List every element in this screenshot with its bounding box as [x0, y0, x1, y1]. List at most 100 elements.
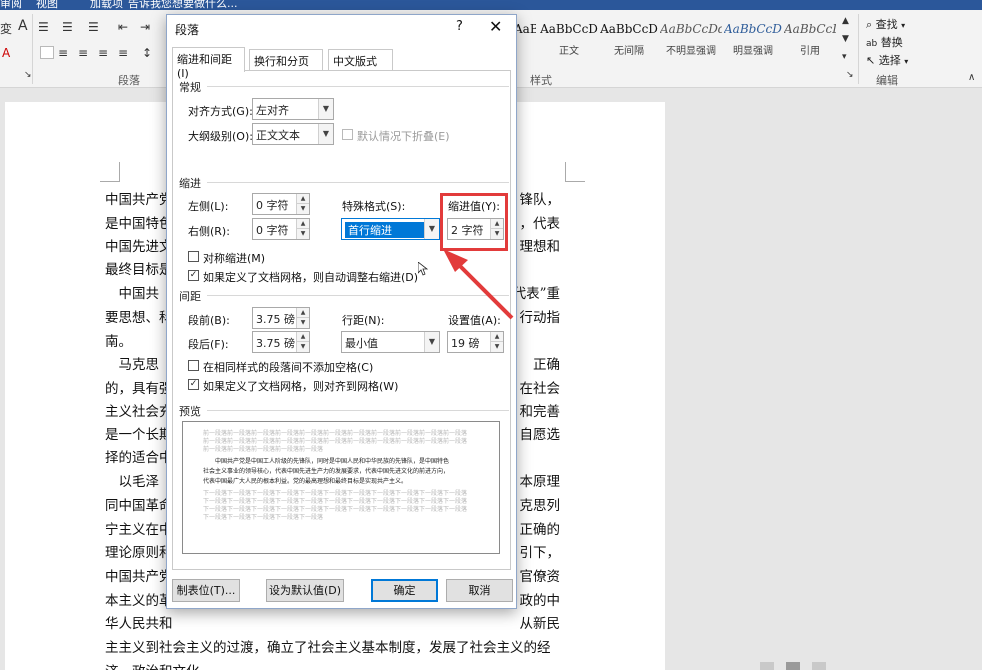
menu-review[interactable]: 审阅	[0, 0, 22, 10]
doc-line-right[interactable]: 在社会	[520, 377, 561, 397]
doc-line-left[interactable]: 主主义到社会主义的过渡，确立了社会主义基本制度，发展了社会主义的经	[105, 636, 551, 656]
doc-line-right[interactable]: 行动指	[520, 306, 561, 326]
spin-up-icon[interactable]: ▲	[490, 332, 503, 342]
collapse-by-default-checkbox[interactable]	[342, 129, 353, 140]
alignment-select[interactable]: 左对齐 ▼	[252, 98, 334, 120]
spin-up-icon[interactable]: ▲	[296, 194, 309, 204]
style-item-normal[interactable]: AaBbCcD 正文	[540, 22, 598, 57]
spin-up-icon[interactable]: ▲	[296, 332, 309, 342]
outline-level-select[interactable]: 正文文本 ▼	[252, 123, 334, 145]
doc-line-right[interactable]: 代表”重	[513, 282, 560, 302]
spin-up-icon[interactable]: ▲	[296, 219, 309, 229]
view-read-mode-icon[interactable]	[760, 662, 774, 670]
align-center-icon[interactable]: ≡	[58, 46, 68, 60]
font-color-icon[interactable]: A	[2, 46, 10, 60]
doc-line-right[interactable]: 从新民	[520, 612, 561, 632]
no-space-same-style-checkbox[interactable]	[188, 360, 199, 371]
doc-line-left[interactable]: 华人民共和	[105, 612, 173, 632]
doc-line-left[interactable]: 主义社会充	[105, 400, 173, 420]
style-item-subtle-emphasis[interactable]: AaBbCcDd 不明显强调	[660, 22, 722, 57]
decrease-indent-icon[interactable]: ⇤	[118, 20, 128, 34]
style-item-no-spacing[interactable]: AaBbCcD 无间隔	[600, 22, 658, 57]
distributed-icon[interactable]: ≡	[118, 46, 128, 60]
view-print-layout-icon[interactable]	[786, 662, 800, 670]
view-web-layout-icon[interactable]	[812, 662, 826, 670]
doc-line-left[interactable]: 马克思	[105, 353, 159, 373]
tab-line-page-breaks[interactable]: 换行和分页(P)	[249, 49, 323, 82]
doc-line-left[interactable]: 中国共产党	[105, 188, 173, 208]
doc-line-left[interactable]: 南。	[105, 330, 132, 350]
help-icon[interactable]: ?	[456, 19, 463, 34]
close-icon[interactable]: ✕	[489, 17, 502, 36]
doc-line-left[interactable]: 同中国革命	[105, 494, 173, 514]
doc-line-left[interactable]: 的，具有强	[105, 377, 173, 397]
special-indent-select[interactable]: 首行缩进 ▼	[341, 218, 440, 240]
bullets-icon[interactable]: ☰	[38, 20, 49, 34]
ok-button[interactable]: 确定	[371, 579, 438, 602]
gallery-up-icon[interactable]: ▲	[842, 16, 849, 26]
style-item-quote[interactable]: AaBbCcDd 引用	[784, 22, 836, 57]
doc-line-right[interactable]: 自愿选	[520, 423, 561, 443]
doc-line-right[interactable]: ，代表	[520, 212, 561, 232]
doc-line-right[interactable]: 正确	[533, 353, 560, 373]
numbering-icon[interactable]: ☰	[62, 20, 73, 34]
doc-line-left[interactable]: 择的适合中	[105, 446, 173, 466]
line-spacing-icon[interactable]: ↕	[142, 46, 152, 60]
doc-line-right[interactable]: 引下，	[520, 541, 561, 561]
doc-line-right[interactable]: 正确的	[520, 518, 561, 538]
spin-down-icon[interactable]: ▼	[296, 342, 309, 352]
doc-line-left[interactable]: 本主义的革	[105, 589, 173, 609]
font-style-icon[interactable]: 変	[0, 20, 12, 37]
cancel-button[interactable]: 取消	[446, 579, 513, 602]
gallery-down-icon[interactable]: ▼	[842, 34, 849, 44]
justify-icon[interactable]: ≡	[98, 46, 108, 60]
right-indent-spinner[interactable]: 0 字符 ▲ ▼	[252, 218, 310, 240]
doc-line-right[interactable]: 官僚资	[520, 565, 561, 585]
doc-line-left[interactable]: 济、政治和文化。	[105, 660, 213, 670]
doc-line-left[interactable]: 是中国特色	[105, 212, 173, 232]
snap-to-grid-checkbox[interactable]: ✓	[188, 379, 199, 390]
line-spacing-select[interactable]: 最小值 ▼	[341, 331, 440, 353]
doc-line-left[interactable]: 中国共产党	[105, 565, 173, 585]
spin-down-icon[interactable]: ▼	[296, 318, 309, 328]
tabs-button[interactable]: 制表位(T)...	[172, 579, 240, 602]
left-indent-spinner[interactable]: 0 字符 ▲ ▼	[252, 193, 310, 215]
auto-adjust-right-indent-checkbox[interactable]: ✓	[188, 270, 199, 281]
menu-addins[interactable]: 加载项	[90, 0, 123, 10]
font-dialog-launcher-icon[interactable]: ↘	[24, 70, 32, 80]
doc-line-right[interactable]: 克思列	[520, 494, 561, 514]
doc-line-left[interactable]: 中国共	[105, 282, 159, 302]
doc-line-left[interactable]: 是一个长期	[105, 423, 173, 443]
doc-line-left[interactable]: 以毛泽	[105, 470, 159, 490]
menu-view[interactable]: 视图	[36, 0, 58, 10]
doc-line-left[interactable]: 宁主义在中	[105, 518, 173, 538]
multilevel-list-icon[interactable]: ☰	[88, 20, 99, 34]
tell-me-search[interactable]: 告诉我您想要做什么...	[128, 0, 238, 10]
style-item-intense-emphasis[interactable]: AaBbCcDd 明显强调	[724, 22, 782, 57]
set-as-default-button[interactable]: 设为默认值(D)	[266, 579, 344, 602]
doc-line-right[interactable]: 锋队，	[520, 188, 561, 208]
increase-indent-icon[interactable]: ⇥	[140, 20, 150, 34]
spin-down-icon[interactable]: ▼	[490, 342, 503, 352]
gallery-more-icon[interactable]: ▾	[842, 52, 847, 62]
select-button[interactable]: ↖ 选择 ▾	[866, 52, 908, 68]
collapse-ribbon-icon[interactable]: ∧	[968, 72, 975, 83]
styles-dialog-launcher-icon[interactable]: ↘	[846, 70, 854, 80]
doc-line-right[interactable]: 和完善	[520, 400, 561, 420]
mirror-indents-checkbox[interactable]	[188, 251, 199, 262]
doc-line-right[interactable]: 理想和	[520, 235, 561, 255]
align-right-icon[interactable]: ≡	[78, 46, 88, 60]
spin-down-icon[interactable]: ▼	[296, 204, 309, 214]
tab-asian-typography[interactable]: 中文版式(H)	[328, 49, 393, 82]
spin-up-icon[interactable]: ▲	[296, 308, 309, 318]
replace-button[interactable]: ab 替换	[866, 34, 903, 50]
doc-line-left[interactable]: 中国先进文	[105, 235, 173, 255]
space-after-spinner[interactable]: 3.75 磅 ▲ ▼	[252, 331, 310, 353]
doc-line-left[interactable]: 理论原则和	[105, 541, 173, 561]
doc-line-left[interactable]: 最终目标是	[105, 258, 173, 278]
style-item-partial[interactable]: AaBbCcDd	[514, 22, 536, 36]
doc-line-right[interactable]: 政的中	[520, 589, 561, 609]
tab-indents-spacing[interactable]: 缩进和间距(I)	[172, 47, 245, 80]
doc-line-left[interactable]: 要思想、科	[105, 306, 173, 326]
find-button[interactable]: ⌕ 查找 ▾	[866, 16, 905, 32]
